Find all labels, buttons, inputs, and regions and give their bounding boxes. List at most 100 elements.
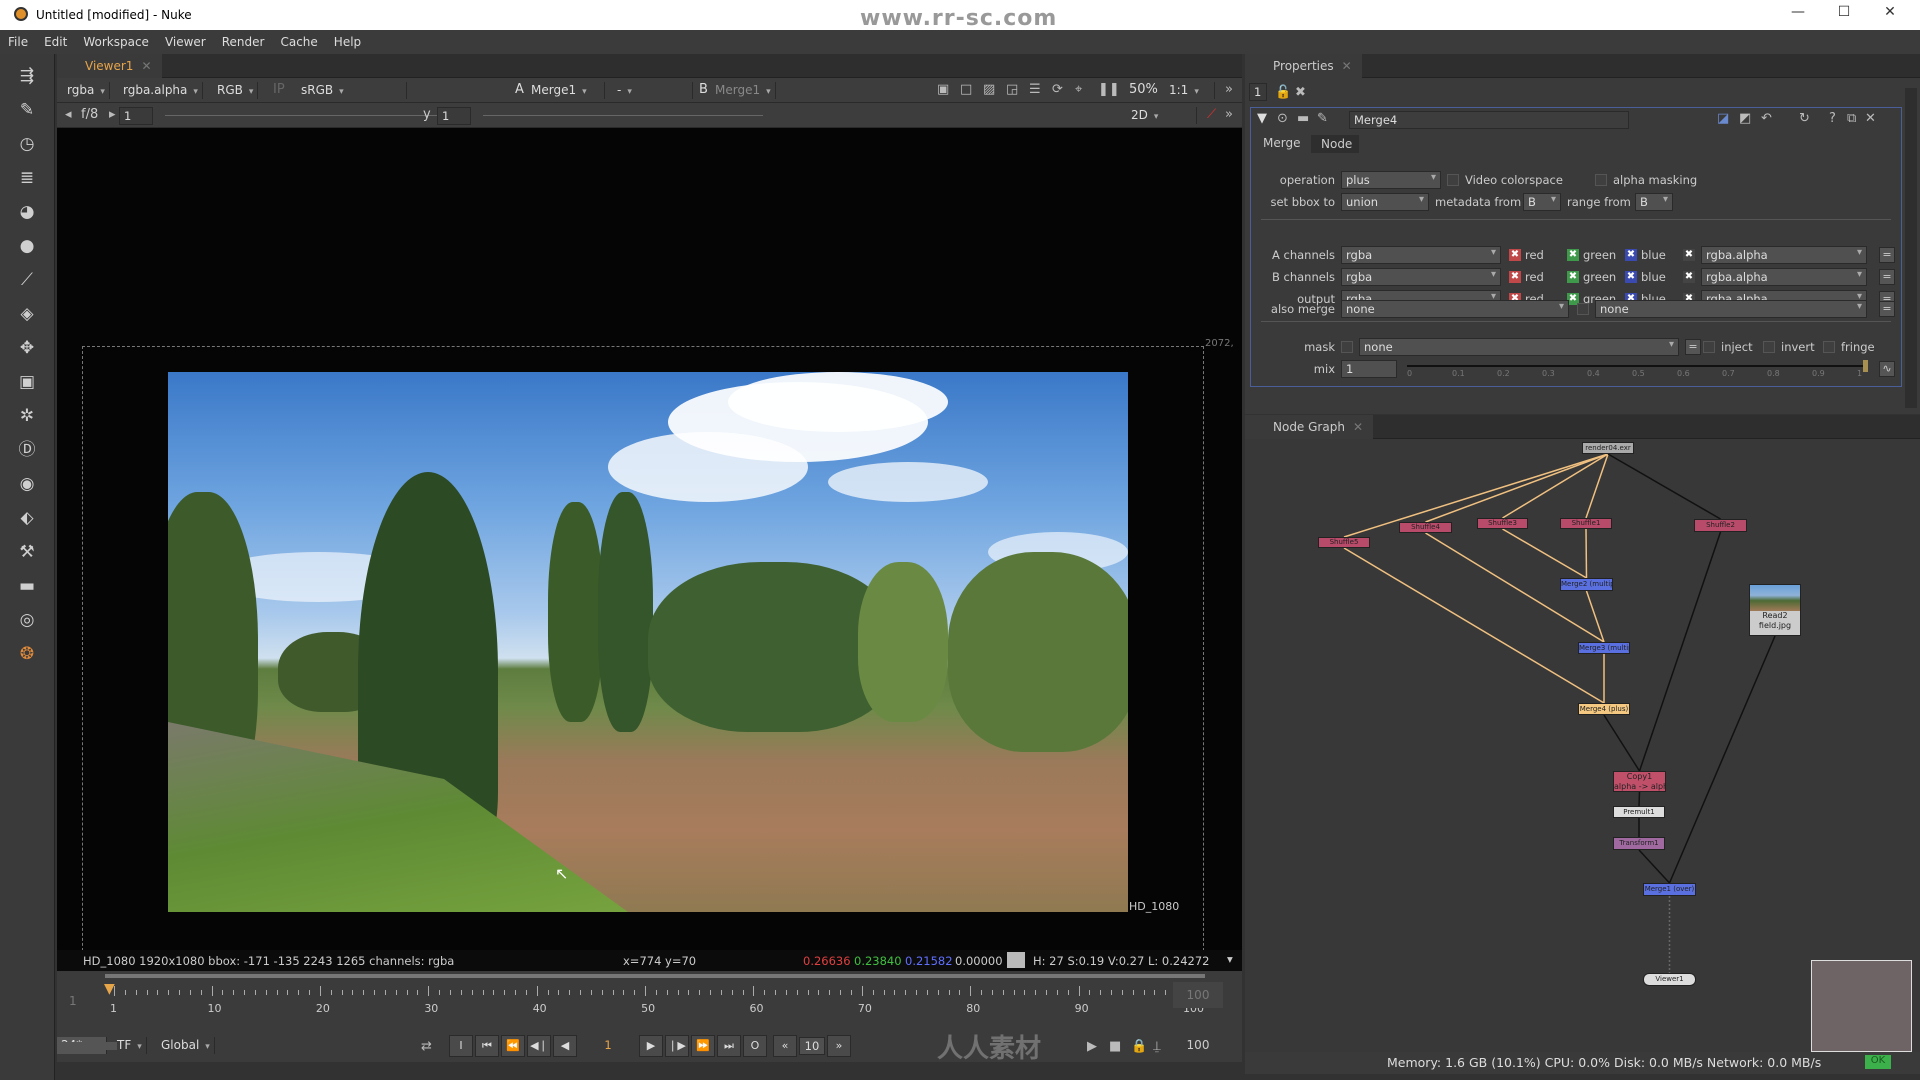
- last-frame-button[interactable]: ⏭: [717, 1035, 741, 1057]
- node-shuffle5[interactable]: Shuffle5: [1318, 537, 1370, 548]
- deep-icon[interactable]: Ⓓ: [15, 438, 39, 462]
- zoom-level[interactable]: 50%: [1129, 82, 1158, 97]
- channels-dropdown[interactable]: rgba: [63, 82, 110, 99]
- metadata-dropdown[interactable]: B: [1523, 193, 1561, 211]
- filter-icon[interactable]: ●: [15, 234, 39, 258]
- close-tab-icon[interactable]: ✕: [141, 59, 151, 73]
- play-forward-button[interactable]: ▶: [639, 1035, 663, 1057]
- range-end-field[interactable]: 100: [1173, 1038, 1223, 1052]
- mix-slider-handle[interactable]: [1863, 360, 1868, 372]
- lut-dropdown[interactable]: sRGB: [297, 82, 407, 99]
- invert-checkbox[interactable]: [1763, 341, 1775, 353]
- also-merge-link-button[interactable]: =: [1879, 301, 1895, 317]
- operation-dropdown[interactable]: plus: [1341, 171, 1441, 189]
- lock-icon[interactable]: 🔒: [1131, 1039, 1147, 1054]
- close-button[interactable]: ✕: [1868, 4, 1912, 20]
- refresh-icon[interactable]: ⟳: [1052, 82, 1063, 97]
- 3d-icon[interactable]: ▣: [15, 370, 39, 394]
- mask-link-button[interactable]: =: [1685, 339, 1701, 355]
- time-format-dropdown[interactable]: TF: [113, 1037, 147, 1054]
- bbox-dropdown[interactable]: union: [1341, 193, 1429, 211]
- particles-icon[interactable]: ✲: [15, 404, 39, 428]
- timeline-end-field[interactable]: 100: [1173, 982, 1223, 1008]
- mix-slider[interactable]: 0 0.1 0.2 0.3 0.4 0.5 0.6 0.7 0.8 0.9 1: [1407, 360, 1877, 382]
- mask-dropdown[interactable]: none: [1359, 338, 1679, 356]
- node-name-field[interactable]: Merge4: [1349, 111, 1629, 129]
- tab-properties[interactable]: Properties ✕: [1245, 54, 1362, 78]
- inject-checkbox[interactable]: [1703, 341, 1715, 353]
- node-viewer1[interactable]: Viewer1: [1643, 973, 1696, 986]
- input-process-toggle[interactable]: IP: [273, 82, 285, 97]
- menu-help[interactable]: Help: [326, 30, 369, 49]
- out-point-button[interactable]: O: [743, 1035, 767, 1057]
- also-merge-dropdown[interactable]: none: [1341, 300, 1569, 318]
- gain-slider[interactable]: [165, 115, 465, 116]
- animation-curve-button[interactable]: ∿: [1879, 361, 1895, 377]
- range-dropdown[interactable]: B: [1635, 193, 1673, 211]
- a-input-dropdown[interactable]: Merge1: [527, 82, 605, 99]
- also-merge-checkbox[interactable]: [1577, 303, 1589, 315]
- record-icon[interactable]: ■: [1109, 1039, 1121, 1054]
- undo-icon[interactable]: ↶: [1761, 111, 1772, 126]
- node-shuffle4[interactable]: Shuffle4: [1399, 522, 1452, 533]
- fringe-checkbox[interactable]: [1823, 341, 1835, 353]
- display-channel-dropdown[interactable]: RGB: [213, 82, 259, 99]
- image-icon[interactable]: ⇶: [15, 64, 39, 88]
- prev-keyframe-button[interactable]: ⏪: [501, 1035, 525, 1057]
- pixel-ratio-dropdown[interactable]: 1:1: [1165, 82, 1215, 99]
- mix-field[interactable]: 1: [1341, 360, 1397, 378]
- in-point-button[interactable]: I: [449, 1035, 473, 1057]
- viewer-input-icon[interactable]: ▬: [1297, 111, 1309, 126]
- menu-render[interactable]: Render: [214, 30, 273, 49]
- roi-icon[interactable]: ▣: [937, 82, 949, 97]
- channel-green-checkbox[interactable]: ✖: [1567, 271, 1579, 283]
- loop-mode-icon[interactable]: ⇄: [421, 1039, 432, 1054]
- clear-panels-icon[interactable]: ✖: [1295, 85, 1306, 100]
- node-graph-panel[interactable]: Node Graph ✕ render04.exr Shuffle5 Shuffle4…: [1245, 415, 1920, 1055]
- collapse-icon[interactable]: ▼: [1257, 111, 1267, 126]
- gpu-icon[interactable]: ⌖: [1075, 82, 1082, 97]
- node-premult1[interactable]: Premult1: [1613, 806, 1665, 818]
- menu-edit[interactable]: Edit: [36, 30, 75, 49]
- minimize-button[interactable]: —: [1776, 4, 1820, 20]
- tab-viewer1[interactable]: Viewer1 ✕: [57, 54, 162, 78]
- channel-icon[interactable]: ≣: [15, 166, 39, 190]
- fstop-prev-icon[interactable]: ◂: [65, 107, 72, 122]
- alpha-channel-dropdown[interactable]: rgba.alpha: [1701, 268, 1867, 286]
- channel-blue-checkbox[interactable]: ✖: [1625, 271, 1637, 283]
- node-transform1[interactable]: Transform1: [1613, 837, 1665, 850]
- alpha-channel-dropdown[interactable]: rgba.alpha: [119, 82, 203, 99]
- draw-icon[interactable]: ✎: [15, 98, 39, 122]
- transform-icon[interactable]: ✥: [15, 336, 39, 360]
- tab-node[interactable]: Node: [1311, 135, 1359, 153]
- channel-red-checkbox[interactable]: ✖: [1509, 271, 1521, 283]
- compare-mode-dropdown[interactable]: -: [613, 82, 693, 99]
- navigator-minimap[interactable]: [1811, 960, 1912, 1052]
- more-icon[interactable]: »: [1225, 82, 1233, 97]
- channel-alpha-checkbox[interactable]: ✖: [1683, 249, 1695, 261]
- proxy-icon[interactable]: ◲: [1006, 82, 1018, 97]
- ofx-icon[interactable]: ❂: [15, 642, 39, 666]
- gain-field[interactable]: 1: [119, 107, 153, 125]
- lock-icon[interactable]: 🔓: [1275, 85, 1291, 100]
- viewer-canvas[interactable]: 2072, HD_1080 ↖: [57, 128, 1242, 950]
- max-panels-field[interactable]: 1: [1249, 83, 1267, 101]
- wrench-icon[interactable]: ✎: [1317, 111, 1328, 126]
- first-frame-button[interactable]: ⏮: [475, 1035, 499, 1057]
- node-shuffle1[interactable]: Shuffle1: [1560, 518, 1612, 529]
- node-color-icon[interactable]: ⊙: [1277, 111, 1288, 126]
- current-frame-field[interactable]: 1: [583, 1037, 633, 1055]
- playhead-marker[interactable]: ▼: [104, 981, 115, 997]
- furnace-icon[interactable]: ◎: [15, 608, 39, 632]
- prev-frame-button[interactable]: ◀❘: [527, 1035, 551, 1057]
- b-input-dropdown[interactable]: Merge1: [711, 82, 776, 99]
- channel-green-checkbox[interactable]: ✖: [1567, 249, 1579, 261]
- close-tab-icon[interactable]: ✕: [1342, 59, 1352, 73]
- gamma-field[interactable]: 1: [437, 107, 471, 125]
- channel-blue-checkbox[interactable]: ✖: [1625, 249, 1637, 261]
- horizontal-scrollbar[interactable]: [57, 1042, 117, 1050]
- frame-step-field[interactable]: 10: [799, 1037, 825, 1055]
- other-icon[interactable]: ▬: [15, 574, 39, 598]
- gamma-slider[interactable]: [483, 115, 763, 116]
- play-backward-button[interactable]: ◀: [553, 1035, 577, 1057]
